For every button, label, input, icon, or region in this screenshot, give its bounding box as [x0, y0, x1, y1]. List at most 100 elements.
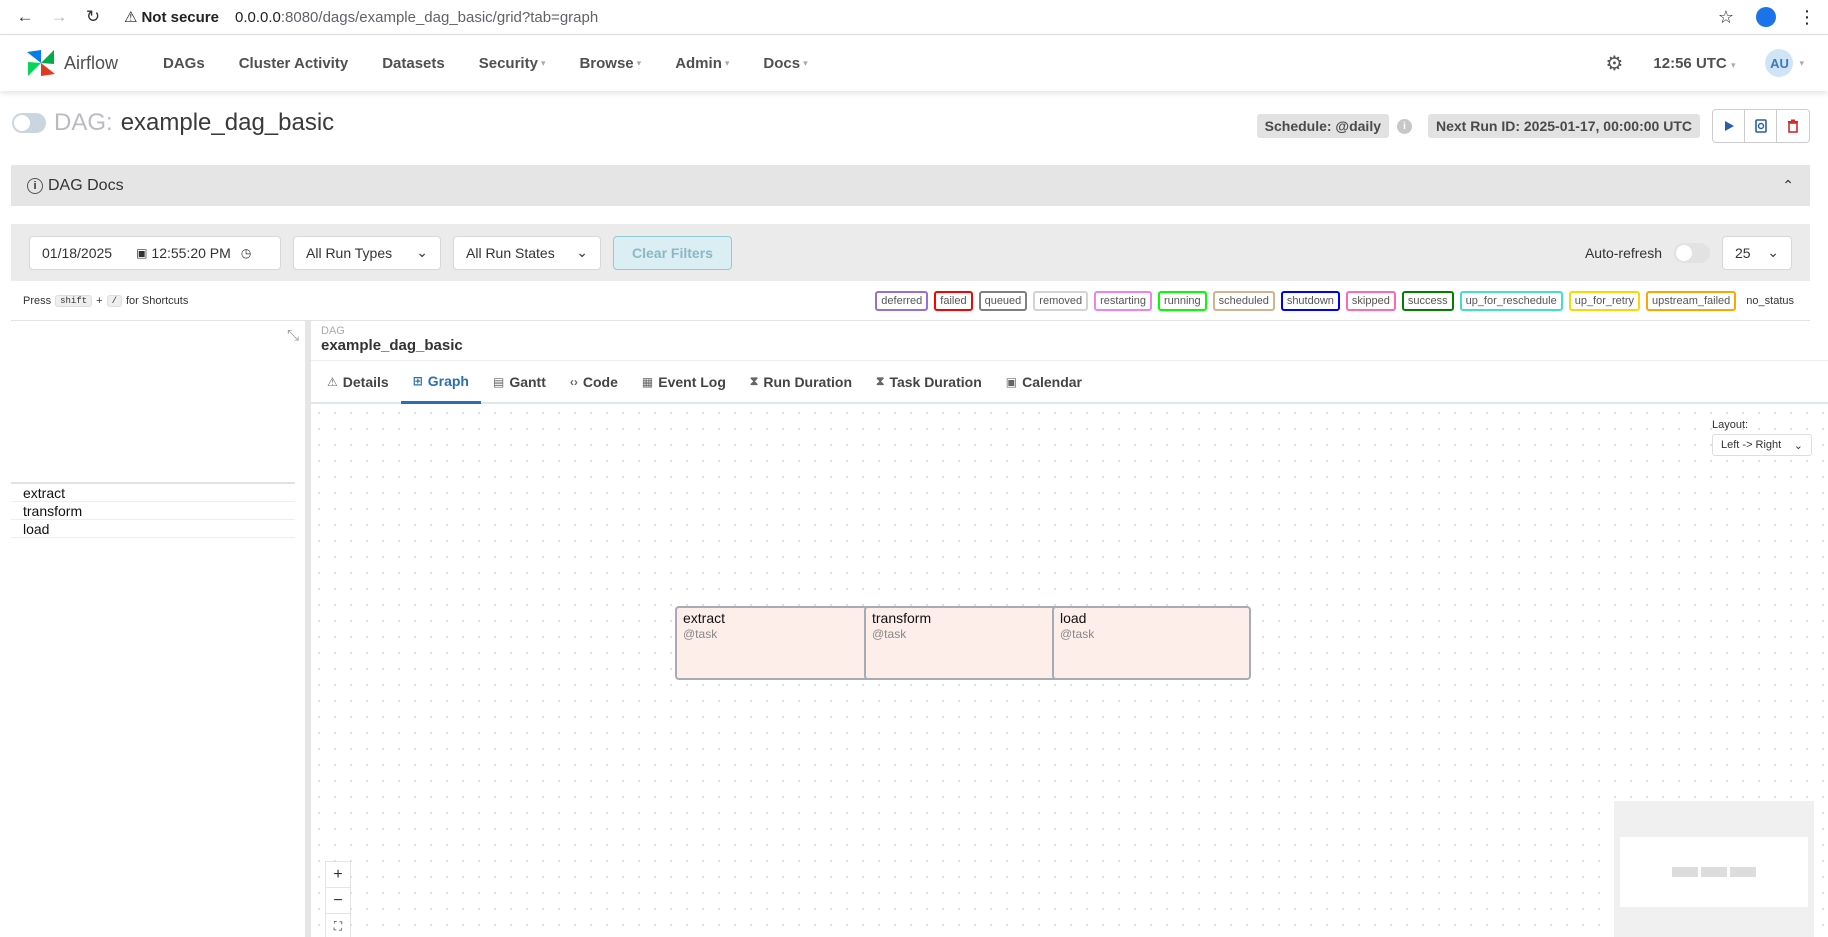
next-run-badge: Next Run ID: 2025-01-17, 00:00:00 UTC: [1428, 114, 1700, 138]
task-node-extract[interactable]: extract @task: [675, 606, 874, 680]
nav-item-dags[interactable]: DAGs: [146, 55, 222, 72]
legend-chip-deferred[interactable]: deferred: [875, 290, 929, 311]
legend-chip-up-for-reschedule[interactable]: up_for_reschedule: [1459, 290, 1563, 311]
utc-clock[interactable]: 12:56 UTC ▾: [1653, 55, 1735, 72]
refresh-file-icon: [1754, 119, 1767, 133]
legend-chip-running[interactable]: running: [1157, 290, 1207, 311]
airflow-logo[interactable]: Airflow: [24, 46, 118, 80]
nav-item-docs[interactable]: Docs ▾: [746, 55, 824, 72]
tab-details[interactable]: ⚠ Details: [315, 361, 401, 402]
collapse-icon[interactable]: ⤡: [287, 327, 299, 344]
tab-code[interactable]: ‹› Code: [558, 361, 630, 402]
nav-item-security[interactable]: Security ▾: [462, 55, 563, 72]
delete-dag-button[interactable]: [1777, 110, 1809, 142]
breadcrumb-dag[interactable]: example_dag_basic: [321, 337, 1818, 354]
graph-canvas[interactable]: Layout: Left -> Right ⌄ extract @task tran…: [311, 405, 1828, 937]
nav-item-cluster-activity[interactable]: Cluster Activity: [222, 55, 365, 72]
filter-bar: 01/18/2025 ▣ 12:55:20 PM ◷ All Run Types…: [11, 224, 1810, 281]
tab-event-log[interactable]: ▦ Event Log: [630, 361, 738, 402]
chevron-up-icon[interactable]: ⌃: [1782, 177, 1794, 194]
dag-header: DAG: example_dag_basic Schedule: @daily …: [0, 91, 1828, 165]
dag-docs-title: DAG Docs: [48, 176, 124, 194]
dag-docs-accordion[interactable]: i DAG Docs ⌃: [11, 165, 1810, 206]
legend-row: Press shift + / for Shortcuts deferred fa…: [11, 281, 1810, 321]
layout-control: Layout: Left -> Right ⌄: [1712, 419, 1812, 456]
shift-key: shift: [55, 294, 93, 307]
warning-icon: ⚠: [124, 9, 138, 26]
gear-icon[interactable]: ⚙: [1605, 51, 1623, 76]
auto-refresh-toggle[interactable]: [1674, 242, 1710, 263]
play-icon: [1724, 121, 1734, 131]
calendar-icon[interactable]: ▣: [136, 246, 147, 260]
caret-down-icon: ▾: [636, 57, 642, 68]
graph-icon: ⊞: [412, 374, 423, 388]
info-icon[interactable]: i: [1397, 118, 1412, 134]
tab-calendar[interactable]: ▣ Calendar: [994, 361, 1094, 402]
nav-item-admin[interactable]: Admin ▾: [658, 55, 746, 72]
hourglass-icon: ⧗: [749, 374, 759, 388]
legend-chip-upstream-failed[interactable]: upstream_failed: [1646, 290, 1737, 311]
dag-pause-toggle[interactable]: [12, 113, 46, 133]
task-row[interactable]: transform: [11, 502, 295, 520]
zoom-in-icon[interactable]: +: [326, 862, 350, 888]
nav-item-datasets[interactable]: Datasets: [365, 55, 462, 72]
main-menu: DAGs Cluster Activity Datasets Security ▾ Bro…: [146, 55, 1605, 72]
zoom-out-icon[interactable]: −: [326, 888, 350, 914]
bookmark-star-icon[interactable]: ☆: [1718, 7, 1734, 28]
tab-task-duration[interactable]: ⧗ Task Duration: [864, 361, 994, 402]
minimap[interactable]: [1614, 801, 1814, 937]
run-state-select[interactable]: All Run States ⌄: [453, 235, 601, 270]
details-pane: DAG example_dag_basic ⚠ Details ⊞ Graph ▤ Gan…: [311, 321, 1828, 937]
page-size-select[interactable]: 25 ⌄: [1722, 235, 1792, 270]
legend-chip-up-for-retry[interactable]: up_for_retry: [1568, 290, 1641, 311]
breadcrumb: DAG example_dag_basic: [311, 321, 1828, 361]
task-node-load[interactable]: load @task: [1052, 606, 1251, 680]
legend-chip-no-status[interactable]: no_status: [1742, 292, 1798, 309]
chevron-down-icon: ⌄: [576, 244, 588, 260]
forward-icon[interactable]: →: [42, 3, 76, 31]
legend-chip-skipped[interactable]: skipped: [1345, 290, 1396, 311]
legend-chip-failed[interactable]: failed: [934, 290, 973, 311]
hourglass-icon: ⧗: [876, 374, 885, 388]
kebab-menu-icon[interactable]: ⋮: [1798, 7, 1816, 28]
profile-icon[interactable]: [1756, 7, 1776, 27]
trigger-dag-button[interactable]: [1713, 110, 1745, 142]
legend-chip-scheduled[interactable]: scheduled: [1212, 290, 1275, 311]
app-navbar: Airflow DAGs Cluster Activity Datasets Secu…: [0, 35, 1828, 91]
event-log-icon: ▦: [641, 374, 654, 389]
base-date-input[interactable]: 01/18/2025 ▣ 12:55:20 PM ◷: [29, 235, 281, 270]
tab-graph[interactable]: ⊞ Graph: [400, 361, 481, 404]
clock-icon[interactable]: ◷: [241, 246, 251, 260]
tab-gantt[interactable]: ▤ Gantt: [481, 361, 558, 402]
tab-run-duration[interactable]: ⧗ Run Duration: [738, 361, 864, 402]
dag-actions: [1712, 109, 1810, 143]
security-indicator[interactable]: ⚠ Not secure: [124, 8, 219, 27]
legend-chip-restarting[interactable]: restarting: [1094, 290, 1152, 311]
shortcut-hint: Press shift + / for Shortcuts: [23, 294, 189, 307]
pinwheel-icon: [27, 50, 55, 76]
minimap-node: [1701, 867, 1727, 877]
back-icon[interactable]: ←: [8, 3, 42, 31]
gantt-icon: ▤: [492, 374, 505, 389]
address-bar[interactable]: ⚠ Not secure 0.0.0.0:8080/dags/example_d…: [124, 8, 1718, 27]
layout-select[interactable]: Left -> Right ⌄: [1712, 434, 1812, 456]
legend-chip-success[interactable]: success: [1401, 290, 1454, 311]
reparse-dag-button[interactable]: [1745, 110, 1777, 142]
legend-chip-queued[interactable]: queued: [978, 290, 1028, 311]
reload-icon[interactable]: ↻: [76, 3, 110, 31]
info-circle-icon: i: [27, 177, 43, 194]
user-menu[interactable]: AU ▾: [1765, 49, 1804, 77]
task-row[interactable]: load: [11, 520, 295, 538]
legend-chip-shutdown[interactable]: shutdown: [1280, 290, 1340, 311]
legend-chip-removed[interactable]: removed: [1033, 290, 1089, 311]
fit-view-icon[interactable]: ⛶: [326, 914, 350, 937]
run-type-select[interactable]: All Run Types ⌄: [293, 235, 441, 270]
nav-item-browse[interactable]: Browse ▾: [562, 55, 658, 72]
grid-pane: ⤡ extract transform load: [11, 321, 311, 937]
clear-filters-button[interactable]: Clear Filters: [613, 235, 732, 270]
task-node-transform[interactable]: transform @task: [864, 606, 1063, 680]
warning-triangle-icon: ⚠: [327, 374, 338, 389]
schedule-badge: Schedule: @daily: [1256, 114, 1389, 138]
zoom-controls: + − ⛶: [325, 861, 351, 937]
task-row[interactable]: extract: [11, 484, 295, 502]
